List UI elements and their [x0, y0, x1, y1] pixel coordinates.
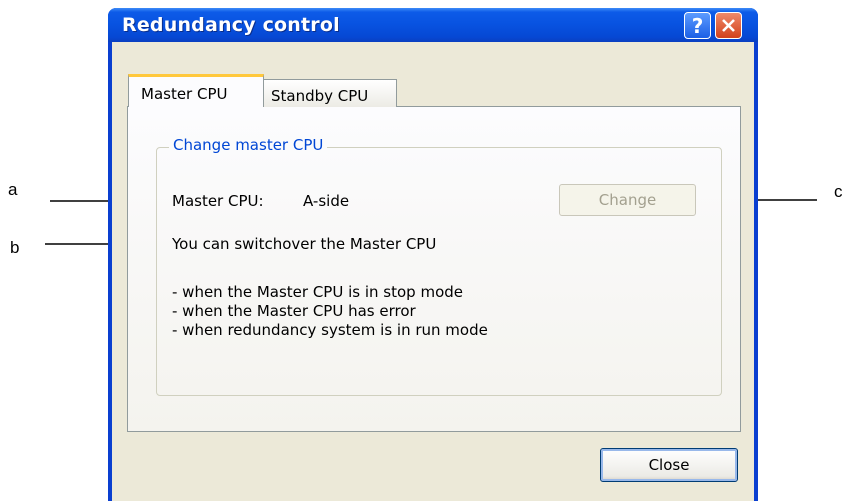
condition-item: - when the Master CPU is in stop mode [172, 283, 463, 301]
callout-b: b [10, 238, 20, 257]
condition-item: - when redundancy system is in run mode [172, 321, 488, 339]
help-icon: ? [691, 13, 704, 38]
condition-item: - when the Master CPU has error [172, 302, 416, 320]
master-cpu-value: A-side [303, 192, 350, 210]
close-button-label: Close [648, 456, 690, 474]
change-button-label: Change [598, 191, 657, 209]
change-button[interactable]: Change [559, 184, 696, 216]
master-cpu-tab-panel: Change master CPU Master CPU: A-side Cha… [127, 106, 741, 432]
dialog-client-area: Master CPU Standby CPU Change master CPU… [112, 42, 754, 501]
switchover-text: You can switchover the Master CPU [172, 235, 437, 253]
group-legend: Change master CPU [169, 136, 328, 154]
callout-a: a [8, 180, 18, 199]
callout-c: c [834, 182, 843, 201]
title-close-button[interactable] [715, 12, 742, 39]
redundancy-control-window: Redundancy control ? Master CPU Standby … [108, 8, 758, 501]
close-button[interactable]: Close [600, 448, 738, 482]
master-cpu-label: Master CPU: [172, 192, 264, 210]
tab-master-cpu[interactable]: Master CPU [128, 74, 264, 107]
window-title: Redundancy control [122, 14, 340, 36]
tab-standby-cpu[interactable]: Standby CPU [263, 79, 397, 107]
close-icon [722, 19, 735, 32]
tab-master-cpu-label: Master CPU [141, 85, 228, 103]
title-bar[interactable]: Redundancy control ? [108, 8, 758, 42]
help-button[interactable]: ? [684, 12, 711, 39]
tab-standby-cpu-label: Standby CPU [271, 87, 369, 105]
change-master-cpu-group: Change master CPU Master CPU: A-side Cha… [156, 136, 722, 396]
